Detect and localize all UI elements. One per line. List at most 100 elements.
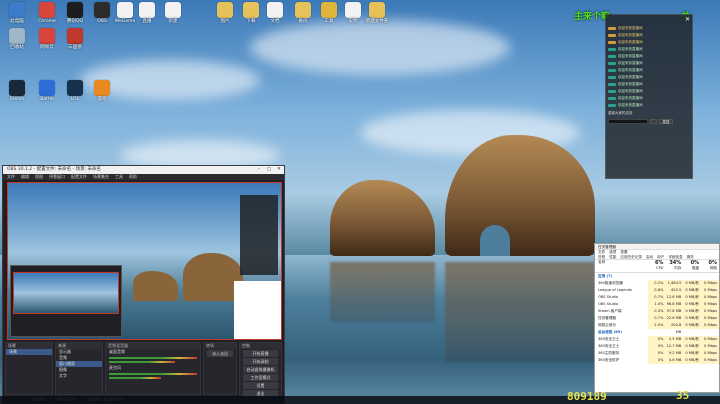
process-row[interactable]: 任务管理器 0.7% 22.6 MB 0 MB/秒 0 Mbps xyxy=(595,315,720,322)
mixer-channel: 桌面音频 xyxy=(106,349,200,355)
obs-menubar: 文件 编辑 视图 停靠窗口 配置文件 场景集合 工具 帮助 xyxy=(3,174,284,180)
scene-item[interactable]: 场景 xyxy=(6,349,52,355)
obs-menu-item[interactable]: 配置文件 xyxy=(71,174,87,180)
preview-task-manager xyxy=(234,281,281,339)
volume-slider[interactable] xyxy=(109,377,161,379)
message-input[interactable] xyxy=(608,118,648,124)
process-net: 0 Mbps xyxy=(701,350,720,357)
task-manager-window[interactable]: 任务管理器 文件 选项 查看 进程 性能 应用历史记录 启动 用户 详细信息 服务 名称 6% CP… xyxy=(594,243,720,393)
process-cpu: 0% xyxy=(647,350,666,357)
process-name: 网易云音乐 xyxy=(595,322,648,329)
user-badge-icon xyxy=(608,82,616,86)
emoji-button[interactable] xyxy=(650,118,657,124)
close-icon[interactable]: ✕ xyxy=(685,16,690,23)
process-name: 360安全卫士 xyxy=(595,336,648,343)
process-mem: 9.2 MB xyxy=(665,350,684,357)
obs-menu-item[interactable]: 工具 xyxy=(115,174,123,180)
desktop-icon[interactable]: 游戏 xyxy=(87,80,117,110)
close-icon[interactable]: ✕ xyxy=(274,166,284,174)
obs-menu-item[interactable]: 场景集合 xyxy=(93,174,109,180)
process-name: 360极速浏览器 xyxy=(595,280,648,287)
process-section-header[interactable]: 应用 (7) xyxy=(595,273,719,280)
process-disk: 0 MB/秒 xyxy=(683,287,702,294)
desktop-icon[interactable]: 三国杀 xyxy=(60,28,90,58)
process-mem: 22.6 MB xyxy=(665,315,684,322)
control-button[interactable]: 设置 xyxy=(243,382,278,389)
obs-menu-item[interactable]: 帮助 xyxy=(129,174,137,180)
obs-window[interactable]: OBS 30.1.2 - 配置文件: 未命名 - 场景: 未命名 – □ ✕ 文… xyxy=(2,165,285,404)
column-header[interactable]: 0% 磁盘 xyxy=(683,260,701,272)
obs-menu-item[interactable]: 停靠窗口 xyxy=(49,174,65,180)
desktop-icon-label: 直播 xyxy=(142,19,152,24)
column-header[interactable]: 34% 内存 xyxy=(665,260,683,272)
desktop-icon[interactable]: LOL xyxy=(60,80,90,110)
process-row[interactable]: 360安全防护 0% 4.6 MB 0 MB/秒 0 Mbps xyxy=(595,357,720,364)
preview-rock-left xyxy=(133,271,178,301)
process-row[interactable]: OBS Studio 0.7% 12.6 MB 0 MB/秒 0 Mbps xyxy=(595,294,720,301)
obs-menu-item[interactable]: 文件 xyxy=(7,174,15,180)
process-row[interactable]: 360主防服务 0% 9.2 MB 0 MB/秒 0 Mbps xyxy=(595,350,720,357)
notification-text: 欢迎来到直播间 xyxy=(618,88,643,93)
folder-icon xyxy=(243,2,259,18)
control-button[interactable]: 启动虚拟摄像机 xyxy=(243,366,278,373)
process-row[interactable]: 360安全卫士 0% 2.5 MB 0 MB/秒 0 Mbps xyxy=(595,336,720,343)
task-manager-tab[interactable]: 性能 xyxy=(609,255,616,259)
desktop-icon[interactable]: 新建 xyxy=(158,2,188,32)
desktop-icon[interactable]: 文档 xyxy=(260,2,290,32)
desktop-icon[interactable]: 新建文件夹 xyxy=(362,2,392,32)
desktop-icon[interactable]: Battle xyxy=(32,80,62,110)
mixer-channel: 麦克风 xyxy=(106,365,200,371)
obs-titlebar[interactable]: OBS 30.1.2 - 配置文件: 未命名 - 场景: 未命名 – □ ✕ xyxy=(3,166,284,174)
mixer-channel-label: 麦克风 xyxy=(109,365,121,370)
process-disk: 0 MB/秒 xyxy=(683,280,702,287)
process-disk: 0 MB/秒 xyxy=(683,343,702,350)
battlenet-icon xyxy=(39,80,55,96)
mixer-channel-label: 桌面音频 xyxy=(109,349,125,354)
process-section-header[interactable]: 后台进程 (89) xyxy=(595,329,719,336)
task-manager-tab[interactable]: 服务 xyxy=(687,255,694,259)
task-manager-tab[interactable]: 用户 xyxy=(657,255,664,259)
maximize-icon[interactable]: □ xyxy=(264,166,274,174)
obs-preview-canvas[interactable] xyxy=(7,182,282,340)
desktop-icon[interactable]: 回收站 xyxy=(2,28,32,58)
obs-menu-item[interactable]: 视图 xyxy=(35,174,43,180)
transition-select[interactable]: 淡入淡出 xyxy=(207,350,233,357)
audio-mixer-dock: 音频混音器 桌面音频 麦克风 xyxy=(105,342,201,395)
desktop-icon-label: 文档 xyxy=(270,19,280,24)
source-item[interactable]: 文字 xyxy=(56,373,102,379)
notification-text: 欢迎来到直播间 xyxy=(618,32,643,37)
process-row[interactable]: League of Legends0.8%420.5 MB0 MB/秒0 Mbp… xyxy=(595,287,720,299)
user-badge-icon xyxy=(608,96,616,100)
obs-menu-item[interactable]: 编辑 xyxy=(21,174,29,180)
volume-slider[interactable] xyxy=(109,361,175,363)
send-button[interactable]: 发送 xyxy=(659,118,673,124)
control-button[interactable]: 工作室模式 xyxy=(243,374,278,381)
control-button[interactable]: 开始录制 xyxy=(243,358,278,365)
process-row[interactable]: 360极速浏览器0.2%1,464.5 MB0 MB/秒0 Mbps xyxy=(595,280,720,292)
user-badge-icon xyxy=(608,54,616,58)
task-manager-tab[interactable]: 进程 xyxy=(598,255,605,259)
column-header[interactable]: 名称 xyxy=(595,260,648,272)
minimize-icon[interactable]: – xyxy=(254,166,264,174)
process-disk: 0 MB/秒 xyxy=(683,294,702,301)
control-button[interactable]: 开始直播 xyxy=(243,350,278,357)
obs-title-text: OBS 30.1.2 - 配置文件: 未命名 - 场景: 未命名 xyxy=(7,167,102,172)
process-row[interactable]: Steam 客户端 0.3% 97.8 MB 0 MB/秒 0 Mbps xyxy=(595,308,720,315)
column-header[interactable]: 6% CPU xyxy=(648,260,666,272)
process-net: 0 Mbps xyxy=(701,308,720,315)
desktop-icon[interactable]: Steam xyxy=(2,80,32,110)
task-manager-tab[interactable]: 启动 xyxy=(646,255,653,259)
computer-icon xyxy=(9,2,25,18)
process-row[interactable]: 360安全卫士 0% 12.7 MB 0 MB/秒 0 Mbps xyxy=(595,343,720,350)
volume-meter xyxy=(109,357,197,359)
task-manager-tab[interactable]: 应用历史记录 xyxy=(620,255,642,259)
task-manager-tab[interactable]: 详细信息 xyxy=(668,255,682,259)
preview-obs-nested xyxy=(13,272,119,314)
desktop-icon[interactable]: 网易云 xyxy=(32,28,62,58)
process-row[interactable]: 网易云音乐 2.0% 200.8 MB 0 MB/秒 0 Mbps xyxy=(595,322,720,334)
notification-panel: ✕ 欢迎来到直播间 欢迎来到直播间 欢迎来到直播间 欢迎来到直播间 欢迎来到直播间 欢迎来… xyxy=(605,14,693,179)
tool-icon xyxy=(321,2,337,18)
taskbar xyxy=(0,396,720,404)
process-row[interactable]: OBS Studio 1.0% 96.8 MB 0 MB/秒 0 Mbps xyxy=(595,301,720,308)
column-header[interactable]: 0% 网络 xyxy=(701,260,719,272)
